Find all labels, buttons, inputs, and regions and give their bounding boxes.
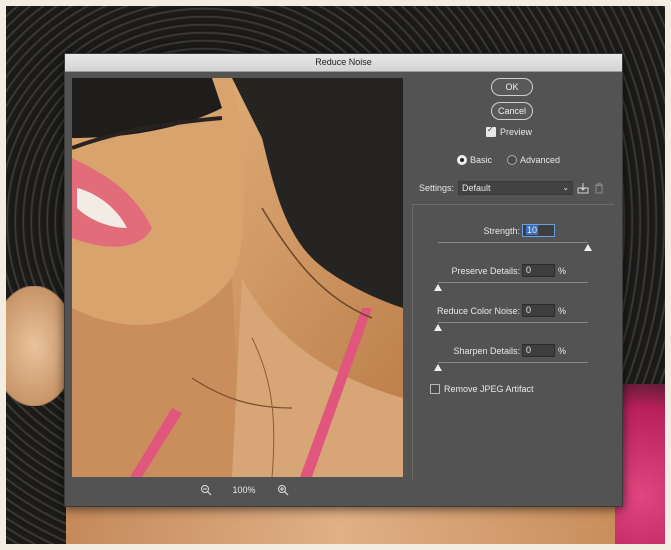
- radio-basic-dot[interactable]: [457, 155, 467, 165]
- preview-checkbox[interactable]: Preview: [486, 125, 533, 137]
- remove-jpeg-artifact-box[interactable]: [430, 384, 440, 394]
- sharpen-details-label: Sharpen Details:: [453, 346, 520, 356]
- sharpen-details-input[interactable]: 0: [522, 344, 555, 357]
- strength-slider-track[interactable]: [438, 242, 588, 243]
- zoom-bar: 100%: [72, 480, 403, 500]
- radio-basic-label: Basic: [470, 155, 493, 165]
- strength-value: 10: [526, 225, 539, 235]
- preview-image[interactable]: [72, 78, 403, 477]
- reduce-color-noise-unit: %: [558, 306, 567, 316]
- dialog-title: Reduce Noise: [65, 54, 622, 72]
- strength-input[interactable]: 10: [522, 224, 555, 237]
- preserve-details-slider-thumb[interactable]: [434, 284, 442, 291]
- settings-value: Default: [462, 183, 491, 193]
- remove-jpeg-artifact-label: Remove JPEG Artifact: [444, 384, 534, 394]
- trash-icon[interactable]: [593, 182, 605, 194]
- reduce-color-noise-slider-thumb[interactable]: [434, 324, 442, 331]
- preserve-details-unit: %: [558, 266, 567, 276]
- preserve-details-slider-track[interactable]: [438, 282, 588, 283]
- preserve-details-value: 0: [526, 265, 532, 275]
- remove-jpeg-artifact-checkbox[interactable]: Remove JPEG Artifact: [430, 384, 534, 394]
- radio-advanced-label: Advanced: [520, 155, 561, 165]
- controls-panel: OK Cancel Preview Basic Advanced Setting…: [410, 78, 615, 479]
- sharpen-details-slider-thumb[interactable]: [434, 364, 442, 371]
- reduce-color-noise-label: Reduce Color Noise:: [436, 306, 520, 316]
- settings-select[interactable]: Default ⌄: [458, 181, 574, 195]
- sharpen-details-value: 0: [526, 345, 532, 355]
- sharpen-details-slider-track[interactable]: [438, 362, 588, 363]
- preserve-details-input[interactable]: 0: [522, 264, 555, 277]
- reduce-color-noise-value: 0: [526, 305, 532, 315]
- preview-label: Preview: [500, 127, 533, 137]
- strength-slider-thumb[interactable]: [584, 244, 592, 251]
- radio-basic[interactable]: Basic: [457, 155, 492, 165]
- settings-row: Settings: Default ⌄: [419, 180, 614, 196]
- preserve-details-label: Preserve Details:: [451, 266, 520, 276]
- settings-label: Settings:: [419, 183, 455, 193]
- chevron-down-icon: ⌄: [562, 183, 570, 192]
- strength-label: Strength:: [483, 226, 520, 236]
- zoom-level: 100%: [232, 485, 256, 495]
- ok-button[interactable]: OK: [491, 78, 533, 96]
- zoom-in-icon[interactable]: [277, 484, 289, 496]
- sharpen-details-unit: %: [558, 346, 567, 356]
- reduce-noise-dialog: Reduce Noise 100% OK Cancel ✓ Preview Ba…: [64, 53, 623, 507]
- zoom-out-icon[interactable]: [200, 484, 212, 496]
- cancel-button[interactable]: Cancel: [491, 102, 533, 120]
- save-preset-icon[interactable]: [577, 182, 589, 194]
- reduce-color-noise-slider-track[interactable]: [438, 322, 588, 323]
- reduce-color-noise-input[interactable]: 0: [522, 304, 555, 317]
- radio-advanced-dot[interactable]: [507, 155, 517, 165]
- radio-advanced[interactable]: Advanced: [507, 155, 560, 165]
- background-shoulder: [66, 504, 615, 544]
- preview-check-box[interactable]: [486, 125, 496, 137]
